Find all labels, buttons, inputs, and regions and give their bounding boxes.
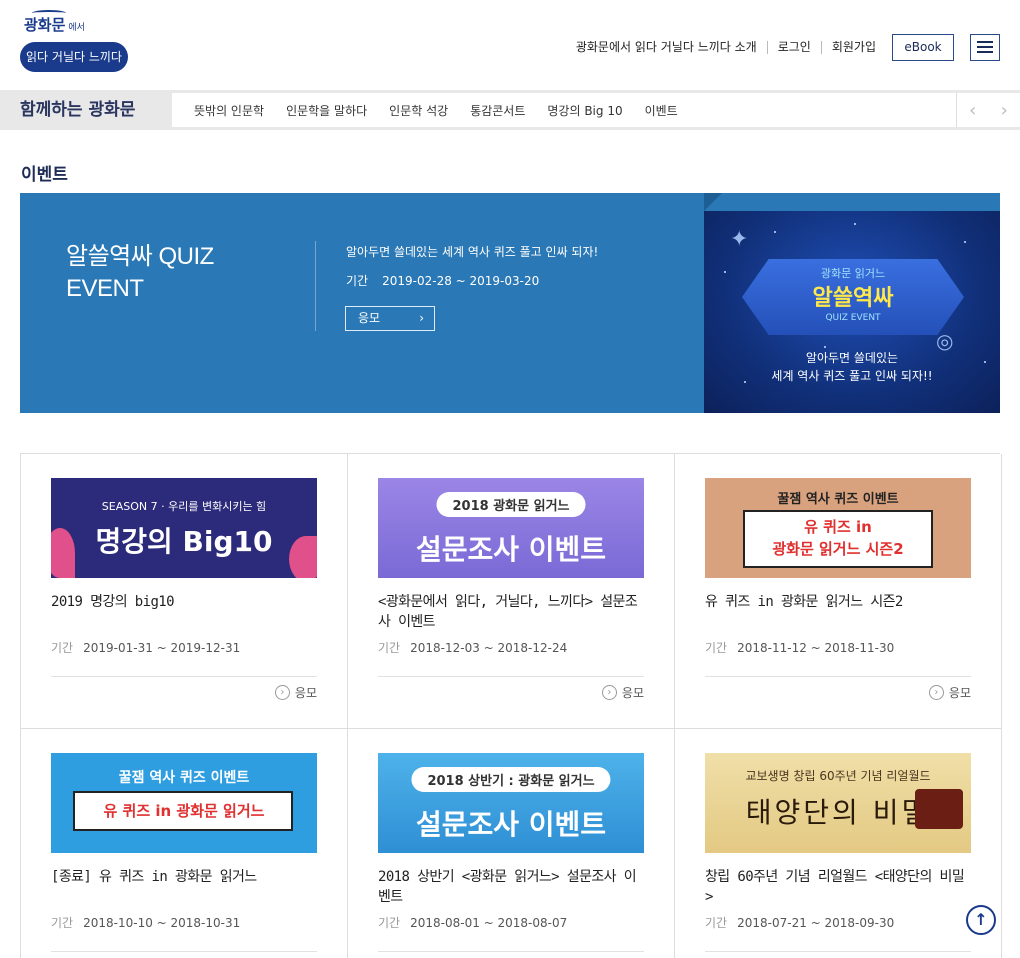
banner-image: ✦ ◎ 광화문 읽거느 알쓸역싸 QUIZ EVENT 알아두면 쓸데있는 세계… [704,211,1000,413]
divider [378,951,644,952]
site-header: 광화문 에서 읽다 거닐다 느끼다 광화문에서 읽다 거닐다 느끼다 소개 로그인… [0,0,1020,90]
event-thumbnail[interactable]: 2018 상반기 : 광화문 읽거느 설문조사 이벤트 [378,753,644,853]
ebook-button[interactable]: eBook [892,33,954,61]
featured-event-banner: 알쓸역싸 QUIZ EVENT 알아두면 쓸데있는 세계 역사 퀴즈 풀고 인싸… [20,193,1000,413]
event-period: 기간 2018-11-12 ~ 2018-11-30 [705,641,895,655]
banner-image-caption: 알아두면 쓸데있는 세계 역사 퀴즈 풀고 인싸 되자!! [771,351,933,383]
event-period: 기간 2019-01-31 ~ 2019-12-31 [51,641,241,655]
event-card[interactable]: 꿀잼 역사 퀴즈 이벤트 유 퀴즈 in 광화문 읽거느 [종료] 유 퀴즈 i… [21,729,348,958]
event-period: 기간 2018-08-01 ~ 2018-08-07 [378,916,568,930]
arrow-right-circle-icon: › [601,685,617,700]
logo-line2: 읽다 거닐다 느끼다 [20,42,128,72]
arrow-right-circle-icon: › [928,685,944,700]
divider [378,676,644,677]
divider [51,676,317,677]
divider [705,676,971,677]
nav-item-unexpected-humanities[interactable]: 뜻밖의 인문학 [183,102,275,119]
event-title[interactable]: 2018 상반기 <광화문 읽거느> 설문조사 이벤트 [378,867,644,907]
event-period: 기간 2018-12-03 ~ 2018-12-24 [378,641,568,655]
divider [51,951,317,952]
event-thumbnail[interactable]: 꿀잼 역사 퀴즈 이벤트 유 퀴즈 in 광화문 읽거느 [51,753,317,853]
apply-link[interactable]: › 응모 [601,684,644,701]
divider [705,951,971,952]
intro-link[interactable]: 광화문에서 읽다 거닐다 느끼다 소개 [566,40,767,54]
nav-item-evening-lecture[interactable]: 인문학 석강 [378,102,459,119]
section-nav-items: 뜻밖의 인문학 인문학을 말하다 인문학 석강 통감콘서트 명강의 Big 10… [183,93,689,127]
banner-period: 기간 2019-02-28 ~ 2019-03-20 [346,274,540,288]
event-title[interactable]: 유 퀴즈 in 광화문 읽거느 시즌2 [705,592,971,612]
satellite-icon: ✦ [730,227,749,252]
top-nav: 광화문에서 읽다 거닐다 느끼다 소개 로그인 회원가입 eBook [566,33,1000,61]
chevron-right-icon[interactable]: › [1001,100,1008,121]
event-card[interactable]: 교보생명 창립 60주년 기념 리얼월드 태양단의 비밀 창립 60주년 기념 … [675,729,1002,958]
scroll-to-top-icon[interactable]: ↑ [966,905,996,935]
event-thumbnail[interactable]: 2018 광화문 읽거느 설문조사 이벤트 [378,478,644,578]
hamburger-menu-icon[interactable] [970,33,1000,61]
event-card[interactable]: SEASON 7 · 우리를 변화시키는 힘 명강의 Big10 2019 명강… [21,454,348,729]
event-title[interactable]: <광화문에서 읽다, 거닐다, 느끼다> 설문조사 이벤트 [378,592,644,632]
chevron-right-icon: › [419,311,424,325]
event-title[interactable]: 2019 명강의 big10 [51,592,317,612]
signup-link[interactable]: 회원가입 [820,40,886,54]
nav-item-big10[interactable]: 명강의 Big 10 [536,102,633,119]
banner-apply-button[interactable]: 응모 › [345,306,435,331]
event-title[interactable]: 창립 60주년 기념 리얼월드 <태양단의 비밀> [705,867,971,907]
event-period: 기간 2018-10-10 ~ 2018-10-31 [51,916,241,930]
banner-divider [315,241,316,331]
banner-title: 알쓸역싸 QUIZ EVENT [66,243,214,302]
banner-fold [704,193,722,211]
event-thumbnail[interactable]: SEASON 7 · 우리를 변화시키는 힘 명강의 Big10 [51,478,317,578]
logo-line1: 광화문 에서 [24,16,85,34]
page-title: 이벤트 [21,165,68,185]
nav-item-event[interactable]: 이벤트 [634,102,689,119]
banner-description: 알아두면 쓸데있는 세계 역사 퀴즈 풀고 인싸 되자! [346,245,599,259]
event-card[interactable]: 2018 광화문 읽거느 설문조사 이벤트 <광화문에서 읽다, 거닐다, 느끼… [348,454,675,729]
nav-item-speak-humanities[interactable]: 인문학을 말하다 [275,102,378,119]
quiz-badge: 광화문 읽거느 알쓸역싸 QUIZ EVENT [742,259,964,335]
section-nav: 함께하는 광화문 뜻밖의 인문학 인문학을 말하다 인문학 석강 통감콘서트 명… [0,90,1020,130]
arrow-right-circle-icon: › [274,685,290,700]
apply-link[interactable]: › 응모 [928,684,971,701]
login-link[interactable]: 로그인 [766,40,821,54]
event-thumbnail[interactable]: 교보생명 창립 60주년 기념 리얼월드 태양단의 비밀 [705,753,971,853]
event-period: 기간 2018-07-21 ~ 2018-09-30 [705,916,895,930]
site-logo[interactable]: 광화문 에서 읽다 거닐다 느끼다 [18,10,130,74]
section-title: 함께하는 광화문 [0,93,172,127]
chevron-left-icon[interactable]: ‹ [969,100,976,121]
apply-link[interactable]: › 응모 [274,684,317,701]
event-card[interactable]: 꿀잼 역사 퀴즈 이벤트 유 퀴즈 in 광화문 읽거느 시즌2 유 퀴즈 in… [675,454,1002,729]
nav-arrows: ‹ › [956,93,1020,127]
event-grid: SEASON 7 · 우리를 변화시키는 힘 명강의 Big10 2019 명강… [20,453,1002,958]
event-title[interactable]: [종료] 유 퀴즈 in 광화문 읽거느 [51,867,317,887]
nav-item-concert[interactable]: 통감콘서트 [459,102,536,119]
event-card[interactable]: 2018 상반기 : 광화문 읽거느 설문조사 이벤트 2018 상반기 <광화… [348,729,675,958]
event-thumbnail[interactable]: 꿀잼 역사 퀴즈 이벤트 유 퀴즈 in 광화문 읽거느 시즌2 [705,478,971,578]
